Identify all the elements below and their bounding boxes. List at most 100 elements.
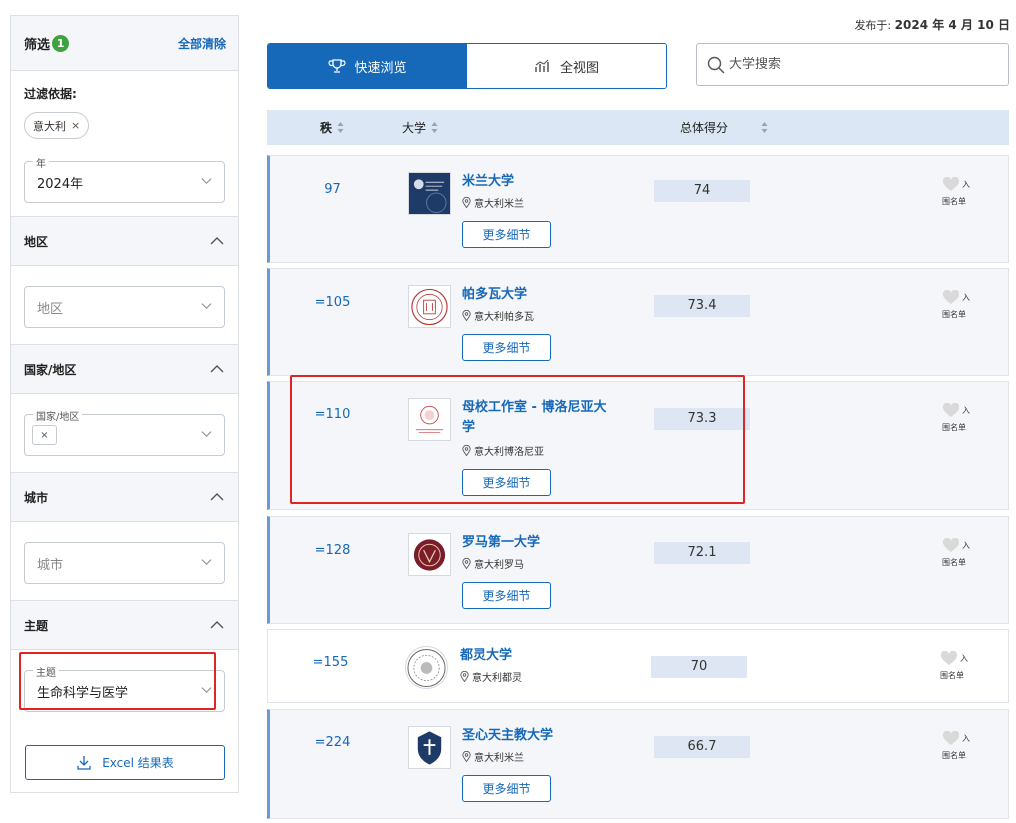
filter-title: 筛选 1	[24, 34, 70, 53]
published-label: 发布于:	[854, 19, 892, 32]
shortlist-label-2: 围名单	[940, 671, 964, 680]
university-name: 米兰大学	[462, 174, 515, 189]
score-header-label: 总体得分	[680, 121, 729, 135]
shortlist-button[interactable]: 入 围名单	[942, 538, 970, 568]
university-location: 意大利都灵	[460, 669, 522, 684]
shortlist-label-1: 入	[962, 406, 970, 415]
shortlist-button[interactable]: 入 围名单	[942, 177, 970, 207]
university-name-link[interactable]: 帕多瓦大学	[462, 285, 527, 305]
more-details-button[interactable]: 更多细节	[462, 334, 551, 361]
quick-view-button[interactable]: 快速浏览	[268, 44, 467, 88]
country-select[interactable]: 国家/地区 ×	[24, 408, 225, 456]
shortlist-button[interactable]: 入 围名单	[942, 731, 970, 761]
table-header: 秩 大学 总体得分	[267, 110, 1009, 145]
location-text: 意大利帕多瓦	[474, 312, 534, 323]
chevron-down-icon	[201, 178, 212, 185]
chart-icon	[535, 59, 549, 72]
university-logo	[408, 533, 451, 576]
trophy-icon	[328, 59, 347, 73]
more-details-button[interactable]: 更多细节	[462, 582, 551, 609]
filter-chip-label: 意大利	[33, 119, 66, 133]
university-search[interactable]	[696, 43, 1009, 86]
shortlist-button[interactable]: 入 围名单	[940, 651, 968, 681]
chevron-down-icon	[201, 303, 212, 310]
page: 筛选 1 全部清除 过滤依据: 意大利 × 年 2024年 地区 地区 国家/地…	[0, 0, 1016, 823]
rank-value: 97	[324, 182, 341, 197]
university-name-link[interactable]: 圣心天主教大学	[462, 726, 553, 746]
university-logo	[405, 646, 448, 689]
table-row: =128 罗马第一大学 意大利罗马 更多细节 72.1 入 围名单	[267, 516, 1009, 624]
close-icon[interactable]: ×	[40, 430, 48, 441]
university-name: 罗马第一大学	[462, 535, 541, 550]
shortlist-label-2: 围名单	[942, 197, 966, 206]
chevron-down-icon	[201, 687, 212, 694]
filter-chip-italy[interactable]: 意大利 ×	[24, 112, 90, 139]
close-icon[interactable]: ×	[71, 119, 80, 132]
more-details-button[interactable]: 更多细节	[462, 221, 551, 248]
country-chip[interactable]: ×	[32, 425, 57, 445]
city-section-body: 城市	[11, 522, 238, 601]
excel-download-button[interactable]: Excel 结果表	[25, 745, 225, 780]
table-row: 97 米兰大学 意大利米兰 更多细节 74 入 围名单	[267, 155, 1009, 263]
shortlist-button[interactable]: 入 围名单	[942, 403, 970, 433]
shortlist-label-1: 入	[962, 541, 970, 550]
overall-score: 72.1	[654, 542, 750, 564]
region-section-title: 地区	[24, 234, 49, 249]
table-row: =105 帕多瓦大学 意大利帕多瓦 更多细节 73.4 入 围名单	[267, 268, 1009, 376]
subject-select[interactable]: 主题 生命科学与医学	[24, 664, 225, 712]
location-text: 意大利罗马	[474, 560, 524, 571]
location-text: 意大利博洛尼亚	[474, 447, 544, 458]
location-pin-icon	[462, 751, 471, 762]
filter-title-text: 筛选	[24, 37, 51, 53]
table-row: =110 母校工作室 - 博洛尼亚大 学 意大利博洛尼亚 更多细节 73.3 入…	[267, 381, 1009, 510]
year-select[interactable]: 年 2024年	[24, 155, 225, 203]
overall-score: 66.7	[654, 736, 750, 758]
view-toggle: 快速浏览 全视图	[267, 43, 667, 89]
chevron-up-icon	[210, 621, 224, 629]
city-section-header[interactable]: 城市	[11, 473, 238, 522]
score-column-header[interactable]: 总体得分	[680, 119, 768, 136]
region-select[interactable]: 地区	[24, 286, 225, 328]
active-filters: 过滤依据: 意大利 × 年 2024年	[11, 71, 238, 217]
region-section-header[interactable]: 地区	[11, 217, 238, 266]
university-name-link[interactable]: 米兰大学	[462, 172, 514, 192]
region-section-body: 地区	[11, 266, 238, 345]
location-pin-icon	[462, 197, 471, 208]
heart-icon	[942, 177, 960, 191]
full-view-button[interactable]: 全视图	[467, 44, 666, 88]
more-details-button[interactable]: 更多细节	[462, 775, 551, 802]
university-name-link[interactable]: 都灵大学	[460, 646, 512, 666]
clear-all-link[interactable]: 全部清除	[178, 35, 226, 52]
search-input[interactable]	[729, 57, 989, 72]
city-select[interactable]: 城市	[24, 542, 225, 584]
location-pin-icon	[462, 445, 471, 456]
sort-icon	[431, 122, 438, 133]
country-section-header[interactable]: 国家/地区	[11, 345, 238, 394]
shortlist-button[interactable]: 入 围名单	[942, 290, 970, 320]
table-row: =155 都灵大学 意大利都灵 70 入 围名单	[267, 629, 1009, 703]
rank-value: =105	[314, 295, 351, 310]
shortlist-label-2: 围名单	[942, 558, 966, 567]
country-section-body: 国家/地区 ×	[11, 394, 238, 473]
university-location: 意大利罗马	[462, 556, 524, 571]
subject-section-header[interactable]: 主题	[11, 601, 238, 650]
university-name-link[interactable]: 罗马第一大学	[462, 533, 540, 553]
location-pin-icon	[462, 558, 471, 569]
shortlist-label-1: 入	[962, 293, 970, 302]
country-section-title: 国家/地区	[24, 362, 77, 377]
university-location: 意大利博洛尼亚	[462, 443, 544, 458]
city-placeholder: 城市	[37, 557, 64, 573]
more-details-button[interactable]: 更多细节	[462, 469, 551, 496]
university-name: 都灵大学	[460, 648, 513, 663]
university-location: 意大利米兰	[462, 749, 524, 764]
shortlist-label-1: 入	[962, 734, 970, 743]
university-name-link[interactable]: 母校工作室 - 博洛尼亚大 学	[462, 398, 606, 438]
university-location: 意大利米兰	[462, 195, 524, 210]
filter-header: 筛选 1 全部清除	[11, 16, 238, 71]
shortlist-label-2: 围名单	[942, 310, 966, 319]
country-legend: 国家/地区	[33, 408, 83, 423]
rank-column-header[interactable]: 秩	[320, 119, 344, 136]
university-column-header[interactable]: 大学	[402, 119, 438, 136]
rank-value: =110	[314, 407, 351, 422]
download-icon	[77, 755, 91, 770]
